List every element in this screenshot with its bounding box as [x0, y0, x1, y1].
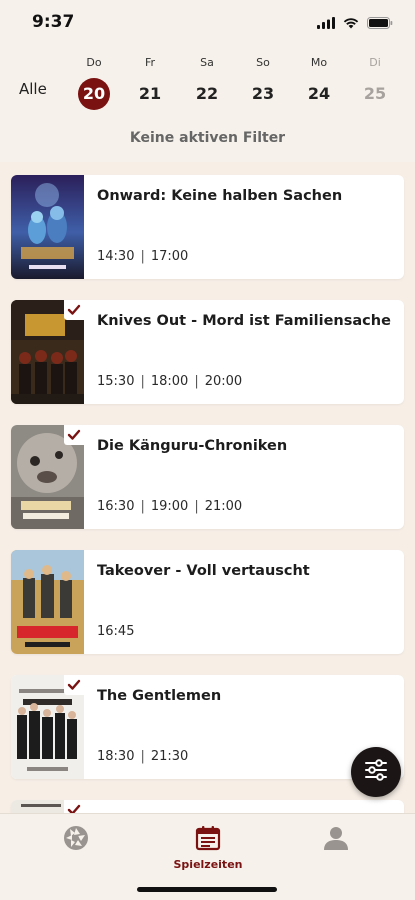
seen-check-icon	[64, 800, 84, 813]
movie-card[interactable]: Knives Out - Mord ist Familiensache 15:3…	[11, 300, 404, 404]
home-indicator	[137, 887, 277, 892]
status-time: 9:37	[32, 12, 75, 32]
takeover-poster	[11, 550, 84, 654]
status-icons	[317, 14, 393, 33]
day-number: 23	[251, 84, 275, 103]
showtime[interactable]: 19:00	[151, 499, 188, 514]
onward-poster	[11, 175, 84, 279]
knives-out-poster	[11, 300, 84, 404]
day-abbr: Fr	[144, 56, 156, 69]
all-days-button[interactable]: Alle	[19, 80, 47, 98]
filter-button[interactable]	[351, 747, 401, 797]
tab-label: Spielzeiten	[173, 858, 243, 871]
movie-title: Knives Out - Mord ist Familiensache	[97, 313, 391, 329]
movie-card[interactable]	[11, 800, 404, 813]
day-number: 21	[138, 84, 162, 103]
day-number: 20	[78, 78, 110, 110]
movie-card[interactable]: The Gentlemen 18:30 | 21:30	[11, 675, 404, 779]
tab-spielzeiten[interactable]: Spielzeiten	[168, 824, 248, 871]
filter-sliders-icon	[363, 757, 389, 787]
battery-icon	[367, 14, 393, 33]
day-number: 25	[363, 84, 387, 103]
signal-icon	[317, 14, 335, 33]
movie-title: Onward: Keine halben Sachen	[97, 188, 343, 204]
day-number: 24	[307, 84, 331, 103]
day-number: 22	[195, 84, 219, 103]
day-abbr: Di	[369, 56, 381, 69]
movie-title: Die Känguru-Chroniken	[97, 438, 288, 454]
showtime[interactable]: 20:00	[205, 374, 242, 389]
tab-profile[interactable]	[296, 824, 376, 858]
date-header: Alle Do 20 Fr 21 Sa 22 So 23 Mo 24 Di 25…	[0, 44, 415, 162]
kaenguru-chroniken-poster	[11, 425, 84, 529]
day-abbr: Mo	[310, 56, 328, 69]
movie-title: Takeover - Voll vertauscht	[97, 563, 310, 579]
the-gentlemen-poster	[11, 675, 84, 779]
partial-poster	[11, 800, 84, 813]
showtime[interactable]: 16:30	[97, 499, 134, 514]
day-abbr: Sa	[200, 56, 214, 69]
seen-check-icon	[64, 425, 84, 445]
aperture-icon	[62, 826, 90, 856]
day-selector-5[interactable]: Di 25	[355, 56, 395, 110]
showtimes: 16:30 | 19:00 | 21:00	[97, 499, 243, 514]
movie-card[interactable]: Takeover - Voll vertauscht 16:45	[11, 550, 404, 654]
showtimes: 18:30 | 21:30	[97, 749, 189, 764]
showtimes: 16:45	[97, 624, 134, 639]
status-bar: 9:37	[0, 0, 415, 44]
day-selector-0[interactable]: Do 20	[74, 56, 114, 110]
showtime[interactable]: 21:00	[205, 499, 242, 514]
showtime[interactable]: 21:30	[151, 749, 188, 764]
filter-status: Keine aktiven Filter	[129, 130, 286, 146]
wifi-icon	[343, 14, 359, 33]
movie-card[interactable]: Die Känguru-Chroniken 16:30 | 19:00 | 21:00	[11, 425, 404, 529]
showtimes: 15:30 | 18:00 | 20:00	[97, 374, 243, 389]
seen-check-icon	[64, 675, 84, 695]
movie-list[interactable]: Onward: Keine halben Sachen 14:30 | 17:00 …	[0, 163, 415, 813]
day-selector-2[interactable]: Sa 22	[187, 56, 227, 110]
showtimes: 14:30 | 17:00	[97, 249, 189, 264]
showtime[interactable]: 15:30	[97, 374, 134, 389]
seen-check-icon	[64, 300, 84, 320]
day-selector-1[interactable]: Fr 21	[130, 56, 170, 110]
showtime[interactable]: 17:00	[151, 249, 188, 264]
showtime[interactable]: 16:45	[97, 624, 134, 639]
day-selector-3[interactable]: So 23	[243, 56, 283, 110]
showtime[interactable]: 18:30	[97, 749, 134, 764]
movie-title: The Gentlemen	[97, 688, 222, 704]
user-icon	[322, 827, 350, 856]
calendar-icon	[194, 826, 222, 856]
movie-card[interactable]: Onward: Keine halben Sachen 14:30 | 17:00	[11, 175, 404, 279]
day-abbr: Do	[86, 56, 102, 69]
showtime[interactable]: 14:30	[97, 249, 134, 264]
showtime[interactable]: 18:00	[151, 374, 188, 389]
day-selector-4[interactable]: Mo 24	[299, 56, 339, 110]
tab-cinema[interactable]	[36, 824, 116, 858]
day-abbr: So	[256, 56, 270, 69]
